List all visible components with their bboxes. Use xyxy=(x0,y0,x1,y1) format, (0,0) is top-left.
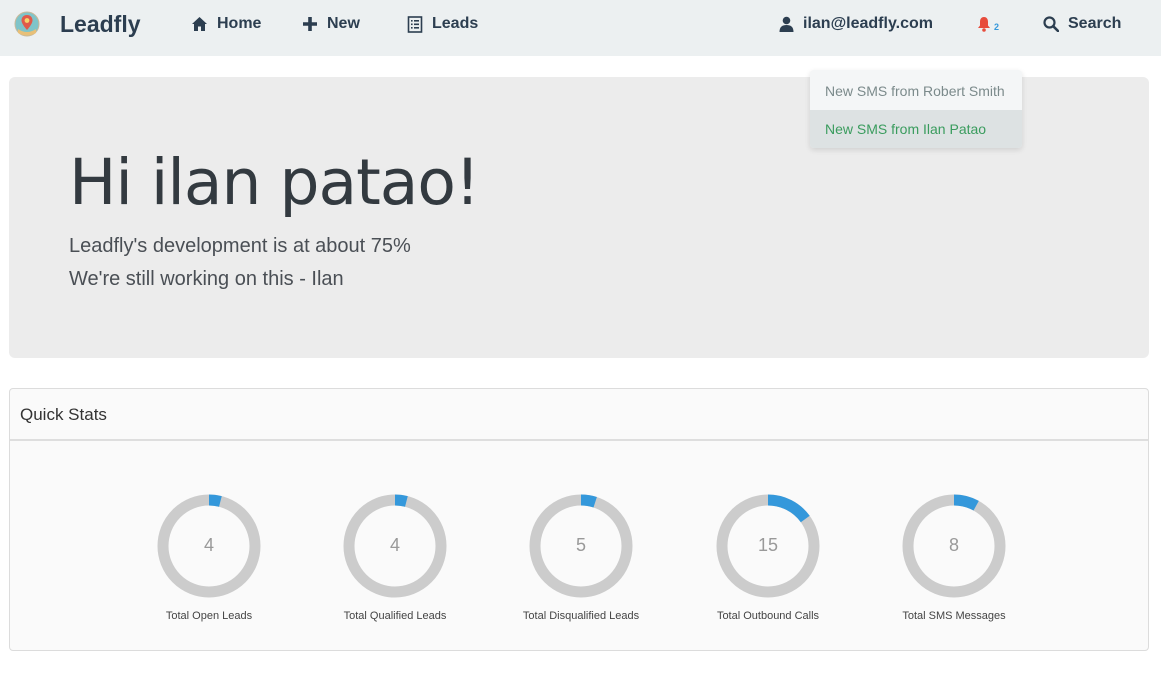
stat-label: Total Qualified Leads xyxy=(343,610,447,622)
nav-leads[interactable]: Leads xyxy=(407,13,478,35)
notification-item-active[interactable]: New SMS from Ilan Patao xyxy=(810,110,1022,148)
nav-user-menu[interactable]: ilan@leadfly.com xyxy=(779,13,933,35)
stat-value: 5 xyxy=(575,535,586,555)
development-status-text: Leadfly's development is at about 75% xyxy=(69,235,411,257)
stat-sms-messages: 8 Total SMS Messages xyxy=(864,494,1044,624)
nav-new[interactable]: New xyxy=(302,13,360,35)
greeting-heading: Hi ilan patao! xyxy=(69,146,480,219)
nav-new-label: New xyxy=(327,15,360,32)
user-icon xyxy=(779,16,794,32)
stat-label: Total Disqualified Leads xyxy=(522,610,640,622)
leadfly-logo-icon[interactable] xyxy=(14,11,40,37)
stat-value: 15 xyxy=(757,535,779,555)
plus-icon xyxy=(303,17,317,31)
stat-value: 4 xyxy=(203,535,214,555)
stat-value: 4 xyxy=(389,535,400,555)
bell-icon xyxy=(978,17,990,32)
stat-label: Total Outbound Calls xyxy=(716,610,820,622)
stat-outbound-calls: 15 Total Outbound Calls xyxy=(678,494,858,624)
nav-search[interactable]: Search xyxy=(1043,13,1121,35)
stat-value: 8 xyxy=(948,535,959,555)
stat-label: Total Open Leads xyxy=(165,610,253,622)
home-icon xyxy=(192,17,207,31)
quick-stats-heading: Quick Stats xyxy=(10,389,1148,441)
nav-home[interactable]: Home xyxy=(191,13,261,35)
stat-qualified-leads: 4 Total Qualified Leads xyxy=(305,494,485,624)
user-email: ilan@leadfly.com xyxy=(803,15,934,32)
navbar: Leadfly Home New Leads ilan@leadfly.com … xyxy=(0,0,1161,56)
notifications-dropdown: New SMS from Robert Smith New SMS from I… xyxy=(810,70,1022,148)
nav-home-label: Home xyxy=(217,15,262,32)
nav-search-label: Search xyxy=(1068,15,1122,32)
stat-open-leads: 4 Total Open Leads xyxy=(119,494,299,624)
quick-stats-panel: Quick Stats 4 Total Open Leads 4 Total Q… xyxy=(9,388,1149,651)
stat-disqualified-leads: 5 Total Disqualified Leads xyxy=(491,494,671,624)
notification-count-badge: 2 xyxy=(994,22,1000,32)
quick-stats-title: Quick Stats xyxy=(20,405,107,424)
nav-leads-label: Leads xyxy=(432,15,479,32)
brand-name[interactable]: Leadfly xyxy=(60,10,141,38)
notification-item[interactable]: New SMS from Robert Smith xyxy=(810,72,1022,110)
list-icon xyxy=(407,15,423,33)
search-icon xyxy=(1043,16,1059,32)
working-note-text: We're still working on this - Ilan xyxy=(69,268,344,290)
stat-label: Total SMS Messages xyxy=(902,610,1006,622)
notifications-toggle[interactable]: 2 xyxy=(977,13,999,35)
